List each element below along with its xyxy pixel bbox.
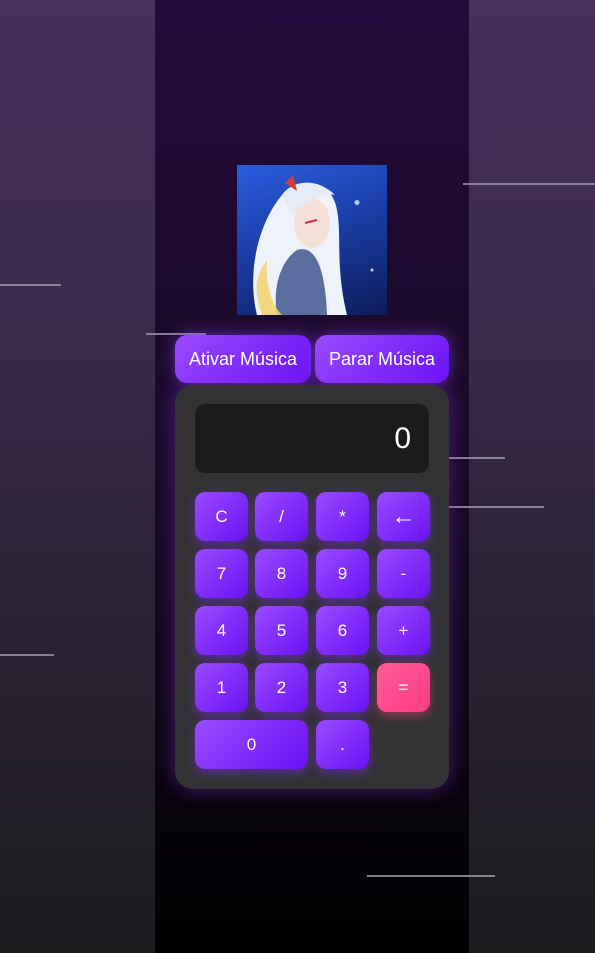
digit-0-button[interactable]: 0: [195, 720, 308, 769]
light-streak: [0, 284, 61, 286]
light-streak: [0, 654, 54, 656]
digit-1-button[interactable]: 1: [195, 663, 248, 712]
digit-6-button[interactable]: 6: [316, 606, 369, 655]
clear-button[interactable]: C: [195, 492, 248, 541]
anime-avatar-image: [237, 165, 387, 315]
calculator-panel: 0 C / * ← 7 8 9 - 4 5 6 + 1 2 3 = 0 .: [175, 385, 449, 789]
light-streak: [463, 183, 595, 185]
decimal-point-button[interactable]: .: [316, 720, 369, 769]
multiply-button[interactable]: *: [316, 492, 369, 541]
light-streak: [449, 457, 505, 459]
minus-button[interactable]: -: [377, 549, 430, 598]
digit-2-button[interactable]: 2: [255, 663, 308, 712]
backspace-button[interactable]: ←: [377, 492, 430, 541]
digit-8-button[interactable]: 8: [255, 549, 308, 598]
light-streak: [367, 875, 495, 877]
digit-9-button[interactable]: 9: [316, 549, 369, 598]
equals-button[interactable]: =: [377, 663, 430, 712]
play-music-button[interactable]: Ativar Música: [175, 335, 311, 383]
divide-button[interactable]: /: [255, 492, 308, 541]
digit-4-button[interactable]: 4: [195, 606, 248, 655]
digit-3-button[interactable]: 3: [316, 663, 369, 712]
light-streak: [449, 506, 544, 508]
calculator-display: 0: [195, 404, 429, 473]
digit-7-button[interactable]: 7: [195, 549, 248, 598]
stop-music-button[interactable]: Parar Música: [315, 335, 449, 383]
plus-button[interactable]: +: [377, 606, 430, 655]
digit-5-button[interactable]: 5: [255, 606, 308, 655]
